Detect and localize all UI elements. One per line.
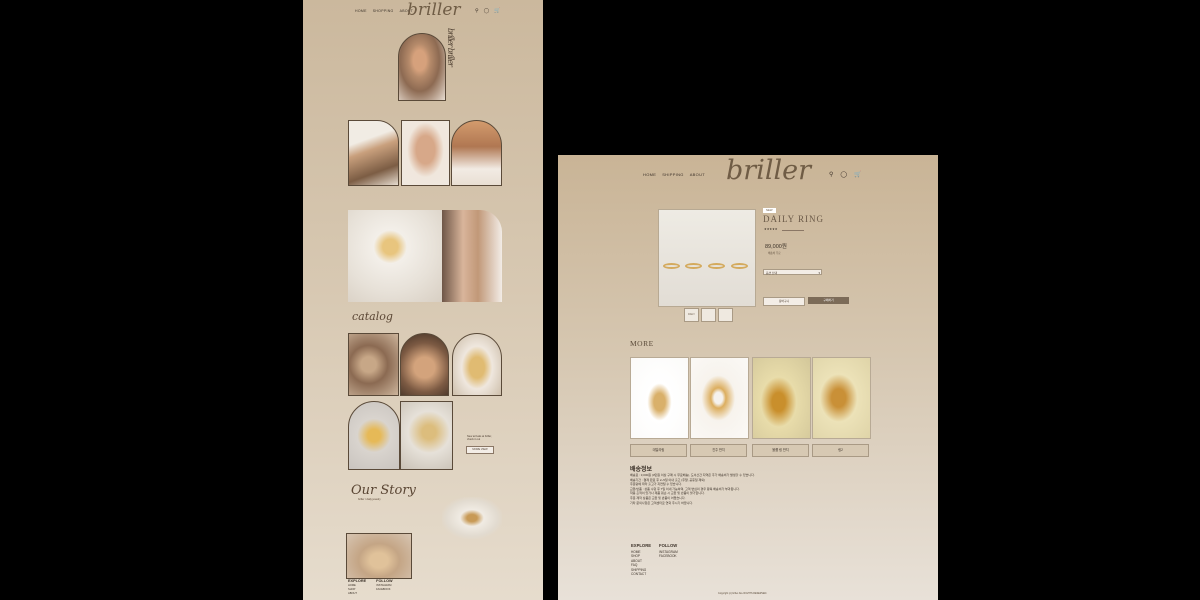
earring-model-image[interactable] — [442, 210, 502, 302]
nav-home[interactable]: HOME — [355, 9, 367, 13]
product-main-image[interactable] — [658, 209, 756, 307]
more-product-button[interactable]: 볼륨 링 반지 — [752, 444, 809, 457]
hero-image — [398, 33, 446, 101]
buy-now-button[interactable]: 구매하기 — [808, 297, 849, 304]
product-page-mockup: HOME SHIPPING ABOUT briller ⚲ ◯ 🛒 DAILY … — [558, 155, 938, 600]
model-image-3[interactable] — [451, 120, 502, 186]
story-subtitle: briller / daily jewelry — [358, 498, 381, 501]
shipping-note: 배송비 무료 — [768, 252, 781, 255]
cart-icon[interactable]: 🛒 — [854, 171, 861, 178]
hero-vertical-text: briller briller — [446, 28, 455, 66]
footer-explore: EXPLORE HOME SHOP ABOUT FAQ SHIPPING CON… — [631, 543, 651, 576]
chevron-down-icon: ▾ — [818, 271, 820, 275]
catalog-item[interactable] — [400, 401, 453, 470]
product-thumbnails: DAILY RING — [684, 308, 733, 322]
catalog-title: catalog — [352, 310, 393, 323]
model-image-2[interactable] — [401, 120, 450, 186]
home-page-mockup: HOME SHOPPING ABOUT briller ⚲ ◯ 🛒 brille… — [303, 0, 543, 600]
catalog-more-button[interactable]: MORE VIEW — [466, 446, 494, 454]
ring-image — [731, 263, 748, 269]
more-product-image[interactable] — [752, 357, 811, 439]
more-product-button[interactable]: 진주 반지 — [690, 444, 747, 457]
search-icon[interactable]: ⚲ — [475, 8, 479, 14]
footer-link[interactable]: HOME — [631, 550, 651, 554]
nav-shopping[interactable]: SHOPPING — [373, 9, 394, 13]
earrings-collage-image[interactable] — [348, 210, 442, 302]
more-product-image[interactable] — [690, 357, 749, 439]
home-header-icons: ⚲ ◯ 🛒 — [475, 8, 501, 14]
more-product-button[interactable]: 데일리링 — [630, 444, 687, 457]
option-select-label: 옵션 선택 — [766, 271, 778, 275]
footer-explore-title: EXPLORE — [348, 579, 367, 583]
product-rating: ★★★★★ — [764, 227, 778, 231]
shipping-info-title: 배송정보 — [630, 467, 653, 473]
footer-link[interactable]: CONTACT — [631, 572, 651, 576]
footer-link[interactable]: SHOP — [348, 588, 366, 591]
footer-link[interactable]: HOME — [348, 584, 366, 587]
copyright: Copyright (c) briller ALL RIGHTS RESERVE… — [718, 592, 768, 595]
footer-link[interactable]: SHOP — [631, 554, 651, 558]
footer-explore-title: EXPLORE — [631, 543, 652, 548]
ring-image — [685, 263, 702, 269]
catalog-item[interactable] — [452, 333, 502, 396]
footer-follow-title: FOLLOW — [376, 579, 393, 583]
footer-link[interactable]: SHIPPING — [631, 568, 651, 572]
product-nav: HOME SHIPPING ABOUT — [643, 172, 705, 177]
footer-link[interactable]: ABOUT — [348, 592, 366, 595]
brand-logo[interactable]: briller — [407, 0, 461, 20]
model-image-1[interactable] — [348, 120, 399, 186]
more-product-image[interactable] — [812, 357, 871, 439]
shipping-line: 기타 문의사항은 고객센터로 연락 주시기 바랍니다. — [630, 500, 693, 505]
option-select[interactable]: 옵션 선택 ▾ — [763, 269, 822, 275]
story-image — [442, 497, 502, 539]
catalog-item[interactable] — [400, 333, 449, 396]
cart-icon[interactable]: 🛒 — [494, 8, 500, 14]
product-thumbnail[interactable] — [718, 308, 733, 322]
footer-link[interactable]: INSTAGRAM — [376, 584, 392, 587]
footer-link[interactable]: FACEBOOK — [376, 588, 392, 591]
user-icon[interactable]: ◯ — [840, 171, 847, 178]
footer-explore: EXPLORE HOME SHOP ABOUT — [348, 579, 366, 595]
nav-shipping[interactable]: SHIPPING — [662, 172, 684, 177]
shipping-info-body: 배송료 : 3,000원 (3만원 이상 구매 시 무료배송), 도서산간 지역… — [630, 473, 810, 505]
ring-image — [663, 263, 680, 269]
more-title: MORE — [630, 339, 654, 348]
product-thumbnail[interactable]: DAILY RING — [684, 308, 699, 322]
user-icon[interactable]: ◯ — [484, 8, 490, 14]
product-footer: EXPLORE HOME SHOP ABOUT FAQ SHIPPING CON… — [631, 543, 678, 576]
home-footer: EXPLORE HOME SHOP ABOUT FOLLOW INSTAGRAM… — [348, 579, 393, 595]
more-product-button[interactable]: 링2 — [812, 444, 869, 457]
nav-about[interactable]: ABOUT — [690, 172, 705, 177]
footer-link[interactable]: ABOUT — [631, 559, 651, 563]
product-price: 89,000원 — [765, 244, 787, 250]
story-title: Our Story — [351, 483, 416, 498]
product-name: DAILY RING — [763, 214, 825, 224]
catalog-item[interactable] — [348, 401, 400, 470]
footer-follow-title: FOLLOW — [659, 543, 678, 548]
footer-follow: FOLLOW INSTAGRAM FACEBOOK — [376, 579, 392, 595]
story-image-2 — [346, 533, 412, 579]
home-nav: HOME SHOPPING ABOUT — [355, 9, 413, 13]
brand-logo[interactable]: briller — [726, 155, 811, 186]
search-icon[interactable]: ⚲ — [829, 171, 833, 178]
footer-link[interactable]: FACEBOOK — [659, 554, 678, 558]
more-product-image[interactable] — [630, 357, 689, 439]
product-thumbnail[interactable] — [701, 308, 716, 322]
footer-link[interactable]: INSTAGRAM — [659, 550, 678, 554]
rating-divider — [782, 229, 804, 231]
new-badge: NEW — [763, 208, 776, 213]
catalog-note: New arrivals at briller, check it out — [467, 435, 492, 442]
catalog-item[interactable] — [348, 333, 399, 396]
ring-image — [708, 263, 725, 269]
footer-link[interactable]: FAQ — [631, 563, 651, 567]
add-to-cart-button[interactable]: 장바구니 — [763, 297, 805, 306]
nav-home[interactable]: HOME — [643, 172, 656, 177]
product-header-icons: ⚲ ◯ 🛒 — [829, 171, 862, 178]
footer-follow: FOLLOW INSTAGRAM FACEBOOK — [659, 543, 678, 576]
